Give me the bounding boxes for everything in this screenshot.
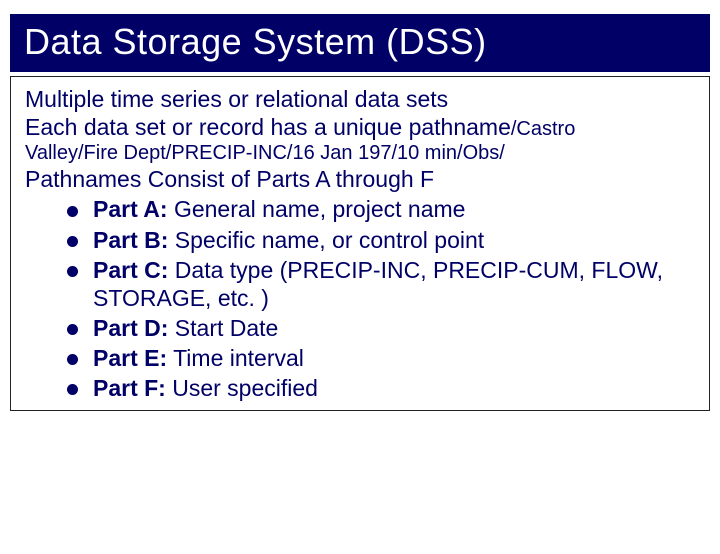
part-label: Part B:	[93, 227, 168, 253]
body-box: Multiple time series or relational data …	[10, 76, 710, 411]
slide: Data Storage System (DSS) Multiple time …	[0, 14, 720, 554]
list-item: Part E: Time interval	[67, 344, 695, 372]
part-label: Part E:	[93, 345, 167, 371]
part-desc: Data type (PRECIP-INC, PRECIP-CUM, FLOW,…	[93, 257, 663, 311]
title-bar: Data Storage System (DSS)	[10, 14, 710, 72]
body-line-2a: Each data set or record has a unique pat…	[25, 114, 511, 140]
part-label: Part D:	[93, 315, 168, 341]
list-item: Part B: Specific name, or control point	[67, 226, 695, 254]
body-line-2: Each data set or record has a unique pat…	[25, 113, 695, 141]
part-desc: General name, project name	[168, 196, 466, 222]
part-label: Part C:	[93, 257, 168, 283]
list-item: Part C: Data type (PRECIP-INC, PRECIP-CU…	[67, 256, 695, 312]
slide-title: Data Storage System (DSS)	[24, 22, 696, 62]
part-desc: Specific name, or control point	[168, 227, 484, 253]
part-desc: User specified	[166, 375, 318, 401]
part-label: Part F:	[93, 375, 166, 401]
list-item: Part F: User specified	[67, 374, 695, 402]
parts-list: Part A: General name, project name Part …	[67, 195, 695, 401]
part-desc: Time interval	[167, 345, 304, 371]
body-line-3: Valley/Fire Dept/PRECIP-INC/16 Jan 197/1…	[25, 141, 695, 165]
body-line-2b: /Castro	[511, 118, 575, 140]
list-item: Part A: General name, project name	[67, 195, 695, 223]
part-desc: Start Date	[168, 315, 278, 341]
parts-heading: Pathnames Consist of Parts A through F	[25, 165, 695, 193]
list-item: Part D: Start Date	[67, 314, 695, 342]
part-label: Part A:	[93, 196, 168, 222]
body-line-1: Multiple time series or relational data …	[25, 85, 695, 113]
